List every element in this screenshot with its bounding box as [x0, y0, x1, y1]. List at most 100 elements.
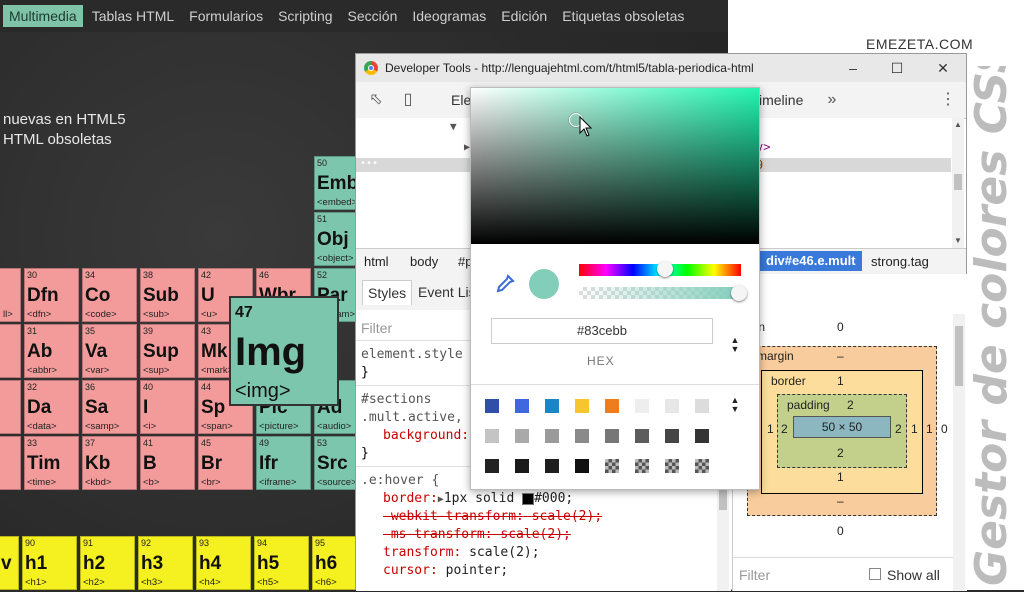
element-cell[interactable]: 91 h2 <h2> [80, 536, 135, 590]
format-toggle-icon[interactable]: ▲ ▼ [729, 336, 741, 356]
palette-swatch[interactable] [605, 459, 619, 473]
element-cell-partial[interactable]: ll> [0, 268, 21, 322]
element-cell[interactable]: 94 h5 <h5> [254, 536, 309, 590]
element-cell[interactable]: 41 B <b> [140, 436, 195, 490]
palette-swatch[interactable] [695, 399, 709, 413]
tab-timeline[interactable]: imeline [759, 92, 803, 108]
element-cell[interactable]: 32 Da <data> [24, 380, 79, 434]
rule-line-cursor[interactable]: cursor: pointer; [383, 563, 508, 578]
tab-event-listeners[interactable]: Event Lis [418, 284, 476, 300]
minimize-button[interactable]: – [842, 57, 864, 79]
rule-line-transform[interactable]: transform: scale(2); [383, 545, 540, 560]
element-cell-partial[interactable] [0, 380, 21, 434]
rule-element-style[interactable]: element.style [361, 347, 463, 362]
rule-selector-mult[interactable]: .mult.active, [361, 410, 463, 425]
rule-selector-hover[interactable]: .e:hover { [361, 473, 439, 488]
nav-item[interactable]: Tablas HTML [86, 5, 180, 27]
element-cell[interactable]: 31 Ab <abbr> [24, 324, 79, 378]
expand-triangle-icon[interactable]: ▼ [450, 120, 457, 133]
alpha-slider-handle[interactable] [731, 285, 747, 301]
palette-swatch[interactable] [665, 399, 679, 413]
element-cell[interactable]: 35 Va <var> [82, 324, 137, 378]
device-toggle-icon[interactable]: ▯ [398, 90, 418, 110]
close-button[interactable]: ✕ [932, 57, 954, 79]
palette-swatch[interactable] [575, 429, 589, 443]
palette-swatch[interactable] [485, 459, 499, 473]
dom-scrollbar[interactable]: ▲ ▼ [952, 118, 964, 248]
palette-swatch[interactable] [635, 399, 649, 413]
nav-item[interactable]: Etiquetas obsoletas [556, 5, 690, 27]
palette-swatch[interactable] [635, 459, 649, 473]
element-cell[interactable]: 33 Tim <time> [24, 436, 79, 490]
palette-swatch[interactable] [545, 429, 559, 443]
element-cell[interactable]: 92 h3 <h3> [138, 536, 193, 590]
palette-swatch[interactable] [695, 459, 709, 473]
crumb-active-div[interactable]: div#e46.e.mult [760, 251, 862, 271]
menu-dots-icon[interactable]: ⋮ [938, 90, 958, 110]
featured-element-img[interactable]: 47 Img <img> [229, 296, 339, 406]
palette-swatch[interactable] [665, 459, 679, 473]
tab-styles[interactable]: Styles [362, 280, 413, 305]
more-tabs-icon[interactable]: » [822, 90, 842, 110]
scroll-down-icon[interactable]: ▼ [954, 236, 962, 245]
hex-color-input[interactable]: #83cebb [491, 318, 713, 344]
nav-item[interactable]: Edición [495, 5, 553, 27]
element-cell[interactable]: 36 Sa <samp> [82, 380, 137, 434]
nav-item[interactable]: Ideogramas [406, 5, 492, 27]
tab-elements[interactable]: Ele [451, 92, 471, 108]
eyedropper-icon[interactable] [495, 274, 517, 296]
element-cell[interactable]: 93 h4 <h4> [196, 536, 251, 590]
scroll-up-icon[interactable]: ▲ [954, 120, 962, 129]
crumb-html[interactable]: html [364, 254, 389, 269]
inspect-icon[interactable]: ⬁ [366, 90, 386, 110]
element-cell[interactable]: 37 Kb <kbd> [82, 436, 137, 490]
nav-item[interactable]: Formularios [183, 5, 269, 27]
element-cell[interactable]: 30 Dfn <dfn> [24, 268, 79, 322]
crumb-body[interactable]: body [410, 254, 438, 269]
palette-swatch[interactable] [575, 399, 589, 413]
palette-swatch[interactable] [545, 399, 559, 413]
palette-swatch[interactable] [695, 429, 709, 443]
palette-swatch[interactable] [575, 459, 589, 473]
intro-text: nuevas en HTML5 HTML obsoletas [3, 110, 126, 150]
palette-swatch[interactable] [635, 429, 649, 443]
palette-swatch[interactable] [665, 429, 679, 443]
nav-item[interactable]: Sección [342, 5, 404, 27]
computed-filter-input[interactable]: Filter [739, 567, 770, 583]
element-cell[interactable]: 34 Co <code> [82, 268, 137, 322]
rule-line-ms-transform[interactable]: -ms-transform: scale(2); [383, 527, 571, 542]
element-cell[interactable]: 40 I <i> [140, 380, 195, 434]
element-cell-partial[interactable] [0, 436, 21, 490]
show-all-checkbox[interactable] [869, 568, 881, 580]
palette-swatch[interactable] [515, 459, 529, 473]
crumb-strong-tag[interactable]: strong.tag [871, 254, 929, 269]
element-cell-partial[interactable]: v [0, 536, 19, 590]
palette-swatch[interactable] [515, 399, 529, 413]
palette-swatch[interactable] [485, 399, 499, 413]
rule-line-border[interactable]: border:▶1px solid #000; [383, 491, 573, 506]
rule-line-webkit-transform[interactable]: -webkit-transform: scale(2); [383, 509, 602, 524]
element-cell[interactable]: 49 Ifr <iframe> [256, 436, 311, 490]
element-cell[interactable]: 39 Sup <sup> [140, 324, 195, 378]
color-swatch-icon[interactable] [522, 492, 535, 505]
rule-selector-sections[interactable]: #sections [361, 392, 431, 407]
palette-swatch[interactable] [515, 429, 529, 443]
computed-scrollbar[interactable] [953, 314, 965, 591]
alpha-slider[interactable] [579, 287, 741, 299]
hue-slider-handle[interactable] [657, 261, 673, 277]
element-cell[interactable]: 38 Sub <sub> [140, 268, 195, 322]
rule-prop-background[interactable]: background: [383, 428, 469, 443]
palette-swatch[interactable] [485, 429, 499, 443]
element-cell[interactable]: 45 Br <br> [198, 436, 253, 490]
saturation-area[interactable] [471, 88, 759, 244]
palette-swatch[interactable] [545, 459, 559, 473]
nav-item[interactable]: Multimedia [3, 5, 83, 27]
palette-switch-icon[interactable]: ▲ ▼ [729, 396, 741, 416]
maximize-button[interactable]: ☐ [886, 57, 908, 79]
element-cell[interactable]: 90 h1 <h1> [22, 536, 77, 590]
element-cell-partial[interactable] [0, 324, 21, 378]
palette-swatch[interactable] [605, 429, 619, 443]
nav-item[interactable]: Scripting [272, 5, 338, 27]
palette-swatch[interactable] [605, 399, 619, 413]
styles-filter-input[interactable]: Filter [361, 320, 392, 336]
